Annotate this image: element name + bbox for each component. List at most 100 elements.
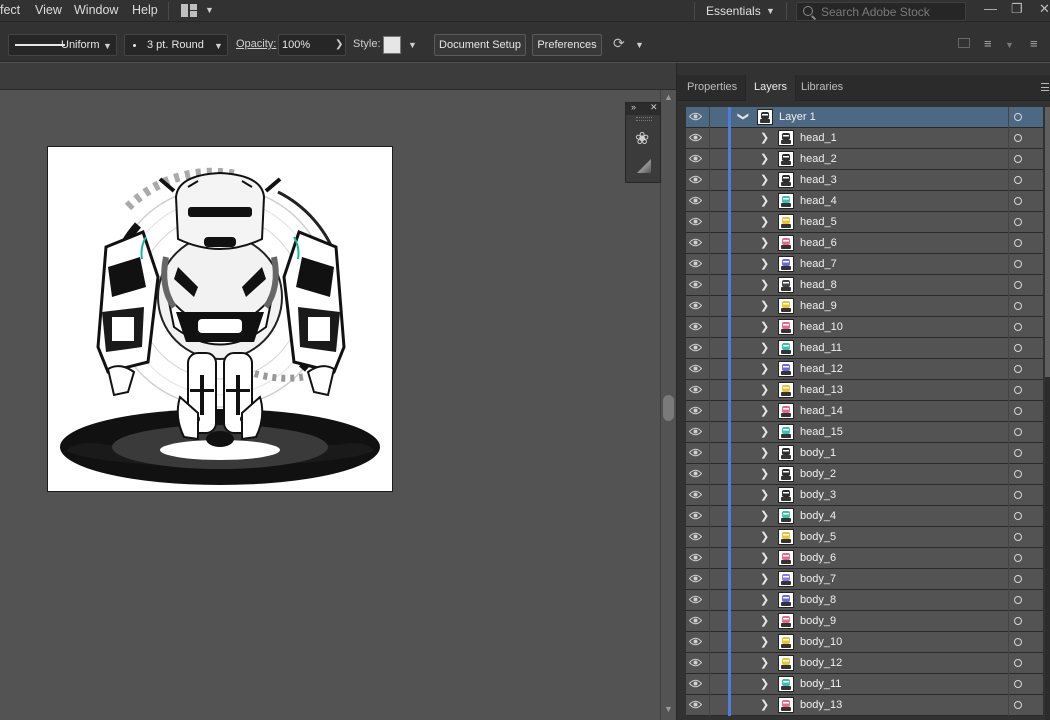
target-circle-icon[interactable]: [1014, 470, 1022, 478]
lock-column[interactable]: [709, 569, 710, 590]
lock-column[interactable]: [709, 590, 710, 611]
layer-name[interactable]: head_4: [800, 195, 837, 207]
chevron-right-icon[interactable]: ❯: [760, 152, 769, 165]
tab-properties[interactable]: Properties: [679, 75, 745, 101]
restore-icon[interactable]: ❐: [1011, 1, 1023, 17]
sublayer-row[interactable]: ❯ body_10: [686, 632, 1043, 653]
lock-column[interactable]: [709, 233, 710, 254]
artboard[interactable]: [47, 146, 393, 492]
chevron-right-icon[interactable]: ❯: [760, 572, 769, 585]
lock-column[interactable]: [709, 275, 710, 296]
chevron-right-icon[interactable]: ❯: [760, 635, 769, 648]
visibility-eye-icon[interactable]: [688, 532, 703, 541]
chevron-down-icon[interactable]: ▼: [635, 40, 644, 50]
layer-name[interactable]: head_13: [800, 384, 843, 396]
minimize-icon[interactable]: —: [984, 1, 997, 16]
select-similar-icon[interactable]: ⟳: [613, 35, 625, 52]
target-circle-icon[interactable]: [1014, 218, 1022, 226]
layer-name[interactable]: body_1: [800, 447, 836, 459]
sublayer-row[interactable]: ❯ head_6: [686, 233, 1043, 254]
document-setup-button[interactable]: Document Setup: [434, 34, 526, 56]
chevron-right-icon[interactable]: ❯: [760, 425, 769, 438]
visibility-eye-icon[interactable]: [688, 553, 703, 562]
chevron-right-icon[interactable]: ❯: [760, 467, 769, 480]
sublayer-row[interactable]: ❯ head_2: [686, 149, 1043, 170]
layer-name[interactable]: head_12: [800, 363, 843, 375]
visibility-eye-icon[interactable]: [688, 448, 703, 457]
chevron-right-icon[interactable]: ❯: [760, 215, 769, 228]
chevron-right-icon[interactable]: ❯: [760, 257, 769, 270]
target-circle-icon[interactable]: [1014, 386, 1022, 394]
chevron-down-icon[interactable]: ▼: [766, 6, 775, 16]
arrange-documents-icon[interactable]: [181, 4, 197, 17]
visibility-eye-icon[interactable]: [688, 574, 703, 583]
chevron-right-icon[interactable]: ❯: [760, 551, 769, 564]
lock-column[interactable]: [709, 107, 710, 128]
menu-window[interactable]: Window: [74, 3, 118, 17]
target-circle-icon[interactable]: [1014, 239, 1022, 247]
layer-name[interactable]: body_8: [800, 594, 836, 606]
target-circle-icon[interactable]: [1014, 134, 1022, 142]
chevron-right-icon[interactable]: ❯: [760, 320, 769, 333]
chevron-right-icon[interactable]: ❯: [760, 173, 769, 186]
layer-name[interactable]: body_13: [800, 699, 842, 711]
lock-column[interactable]: [709, 611, 710, 632]
gradient-icon[interactable]: [637, 159, 651, 173]
visibility-eye-icon[interactable]: [688, 490, 703, 499]
layer-name[interactable]: head_11: [800, 342, 842, 354]
layer-name[interactable]: body_4: [800, 510, 836, 522]
sublayer-row[interactable]: ❯ body_9: [686, 611, 1043, 632]
lock-column[interactable]: [709, 695, 710, 716]
visibility-eye-icon[interactable]: [688, 301, 703, 310]
layer-name[interactable]: head_3: [800, 174, 837, 186]
layer-name[interactable]: body_10: [800, 636, 842, 648]
chevron-right-icon[interactable]: ❯: [760, 194, 769, 207]
sublayer-row[interactable]: ❯ head_4: [686, 191, 1043, 212]
chevron-down-icon[interactable]: ❯: [737, 112, 750, 121]
visibility-eye-icon[interactable]: [688, 259, 703, 268]
layer-name[interactable]: head_5: [800, 216, 837, 228]
target-circle-icon[interactable]: [1014, 260, 1022, 268]
floating-panel-header[interactable]: » ✕: [626, 102, 660, 115]
lock-column[interactable]: [709, 527, 710, 548]
sublayer-row[interactable]: ❯ head_7: [686, 254, 1043, 275]
sublayer-row[interactable]: ❯ body_6: [686, 548, 1043, 569]
lock-column[interactable]: [709, 254, 710, 275]
chevron-right-icon[interactable]: ❯: [760, 404, 769, 417]
target-circle-icon[interactable]: [1014, 533, 1022, 541]
scroll-up-icon[interactable]: ▲: [664, 92, 673, 102]
sublayer-row[interactable]: ❯ head_14: [686, 401, 1043, 422]
lock-column[interactable]: [709, 149, 710, 170]
scroll-down-icon[interactable]: ▼: [664, 704, 673, 714]
target-circle-icon[interactable]: [1014, 344, 1022, 352]
chevron-right-icon[interactable]: ❯: [760, 362, 769, 375]
target-circle-icon[interactable]: [1014, 365, 1022, 373]
layer-row-parent[interactable]: ❯ Layer 1: [686, 107, 1043, 128]
lock-column[interactable]: [709, 548, 710, 569]
sublayer-row[interactable]: ❯ head_8: [686, 275, 1043, 296]
sublayer-row[interactable]: ❯ body_2: [686, 464, 1043, 485]
lock-column[interactable]: [709, 422, 710, 443]
visibility-eye-icon[interactable]: [688, 469, 703, 478]
tab-layers[interactable]: Layers: [745, 75, 797, 101]
target-circle-icon[interactable]: [1014, 659, 1022, 667]
scroll-thumb[interactable]: [1045, 107, 1050, 377]
target-circle-icon[interactable]: [1014, 491, 1022, 499]
sublayer-row[interactable]: ❯ body_11: [686, 674, 1043, 695]
target-circle-icon[interactable]: [1014, 596, 1022, 604]
chevron-down-icon[interactable]: ▼: [1005, 40, 1014, 50]
chevron-down-icon[interactable]: ▼: [408, 40, 417, 50]
lock-column[interactable]: [709, 212, 710, 233]
sublayer-row[interactable]: ❯ body_13: [686, 695, 1043, 716]
target-circle-icon[interactable]: [1014, 155, 1022, 163]
visibility-eye-icon[interactable]: [688, 616, 703, 625]
menu-effect[interactable]: fect: [0, 3, 20, 17]
layer-name[interactable]: body_9: [800, 615, 836, 627]
lock-column[interactable]: [709, 674, 710, 695]
target-circle-icon[interactable]: [1014, 302, 1022, 310]
visibility-eye-icon[interactable]: [688, 154, 703, 163]
chevron-right-icon[interactable]: ❯: [760, 614, 769, 627]
visibility-eye-icon[interactable]: [688, 406, 703, 415]
layers-scrollbar[interactable]: [1045, 107, 1050, 720]
visibility-eye-icon[interactable]: [688, 175, 703, 184]
